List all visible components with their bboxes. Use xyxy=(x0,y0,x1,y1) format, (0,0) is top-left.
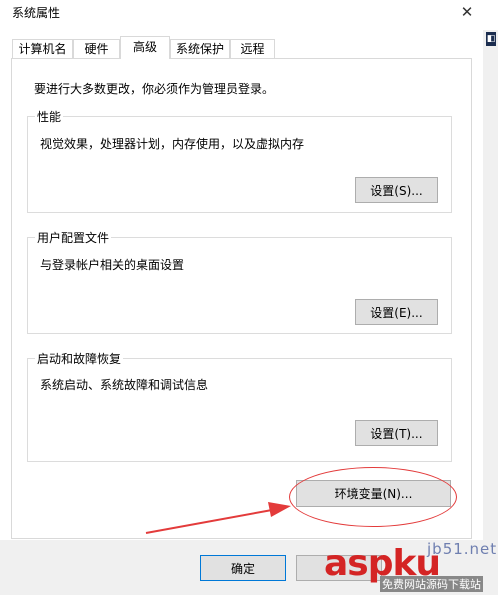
user-profiles-group: 用户配置文件 与登录帐户相关的桌面设置 设置(E)... xyxy=(27,229,452,334)
environment-variables-button[interactable]: 环境变量(N)... xyxy=(296,480,451,507)
title-bar: 系统属性 ✕ xyxy=(0,0,498,30)
tab-hardware[interactable]: 硬件 xyxy=(73,39,120,58)
user-profiles-description: 与登录帐户相关的桌面设置 xyxy=(40,258,185,272)
admin-note: 要进行大多数更改，你必须作为管理员登录。 xyxy=(34,82,275,96)
background-window-strip xyxy=(483,30,498,595)
startup-recovery-description: 系统启动、系统故障和调试信息 xyxy=(40,378,209,392)
user-profiles-group-title: 用户配置文件 xyxy=(35,229,112,246)
window-title: 系统属性 xyxy=(12,6,61,20)
background-app-icon: ◧ xyxy=(486,32,496,46)
ok-button[interactable]: 确定 xyxy=(200,555,286,581)
tab-computer-name[interactable]: 计算机名 xyxy=(12,39,73,58)
performance-group-title: 性能 xyxy=(35,108,64,125)
performance-description: 视觉效果，处理器计划，内存使用，以及虚拟内存 xyxy=(40,137,305,151)
tab-system-protection[interactable]: 系统保护 xyxy=(170,39,230,58)
startup-recovery-group-title: 启动和故障恢复 xyxy=(35,350,124,367)
user-profiles-settings-button[interactable]: 设置(E)... xyxy=(355,299,438,325)
system-properties-dialog: 系统属性 ✕ ◧ 计算机名 硬件 高级 系统保护 远程 要进行大多数更改，你必须… xyxy=(0,0,498,595)
startup-recovery-settings-button[interactable]: 设置(T)... xyxy=(355,420,438,446)
cancel-button[interactable] xyxy=(296,555,382,581)
tab-remote[interactable]: 远程 xyxy=(230,39,275,58)
performance-group: 性能 视觉效果，处理器计划，内存使用，以及虚拟内存 设置(S)... xyxy=(27,108,452,213)
close-icon[interactable]: ✕ xyxy=(455,2,479,24)
performance-settings-button[interactable]: 设置(S)... xyxy=(355,177,438,203)
tab-advanced[interactable]: 高级 xyxy=(120,36,170,59)
dialog-button-bar: 确定 xyxy=(0,540,483,595)
startup-recovery-group: 启动和故障恢复 系统启动、系统故障和调试信息 设置(T)... xyxy=(27,350,452,462)
